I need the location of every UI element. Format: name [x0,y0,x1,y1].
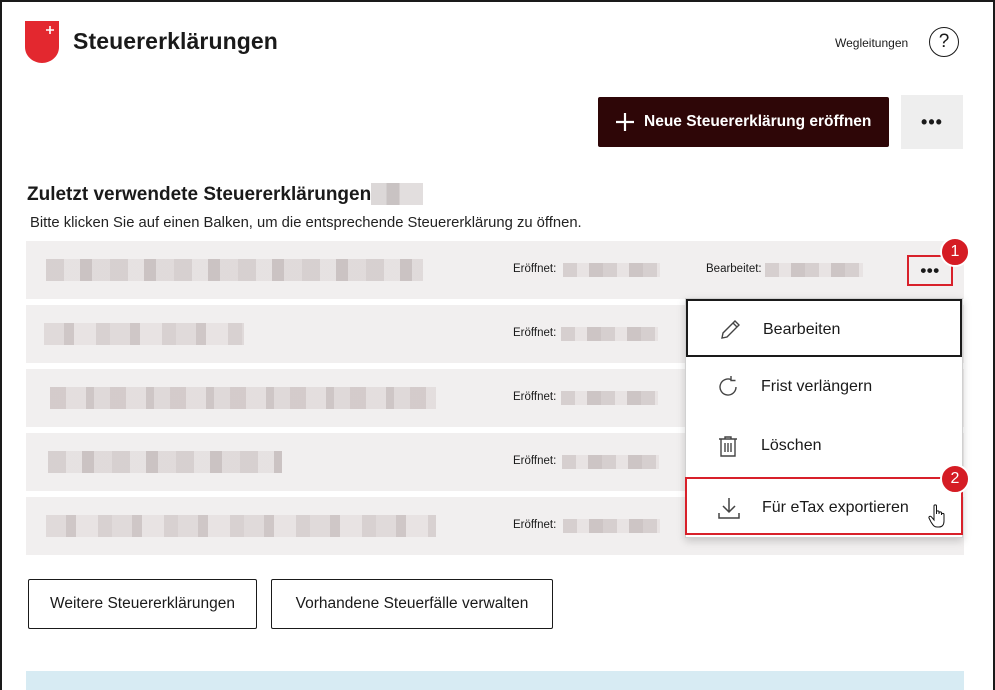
redacted-year [371,183,423,205]
more-tax-returns-button[interactable]: Weitere Steuererklärungen [28,579,257,629]
manage-tax-cases-button[interactable]: Vorhandene Steuerfälle verwalten [271,579,553,629]
recent-section-hint: Bitte klicken Sie auf einen Balken, um d… [30,215,582,231]
opened-label: Eröffnet: [513,455,557,467]
redacted-name [50,387,436,409]
edited-label: Bearbeitet: [706,263,762,275]
more-actions-button[interactable]: ••• [901,95,963,149]
annotation-badge-2: 2 [940,464,970,494]
canton-crest-icon [25,21,59,63]
opened-label: Eröffnet: [513,263,557,275]
app-header: Steuererklärungen Wegleitungen ? [0,0,995,85]
redacted-opened-date [561,391,658,405]
opened-label: Eröffnet: [513,519,557,531]
new-tax-return-button[interactable]: Neue Steuererklärung eröffnen [598,97,889,147]
trash-icon [719,436,737,457]
menu-item-extend-deadline[interactable]: Frist verlängern [686,358,962,416]
menu-item-label: Frist verlängern [761,378,873,395]
opened-label: Eröffnet: [513,327,557,339]
row-context-menu: Bearbeiten Frist verlängern Löschen Für … [685,298,963,538]
menu-item-delete[interactable]: Löschen [686,417,962,475]
download-icon [718,498,740,519]
menu-item-label: Für eTax exportieren [762,499,909,516]
page-title: Steuererklärungen [73,28,278,54]
recent-section-title: Zuletzt verwendete Steuererklärungen [27,184,372,205]
menu-item-edit[interactable]: Bearbeiten [686,299,962,357]
opened-label: Eröffnet: [513,391,557,403]
redacted-name [46,515,436,537]
tax-return-row[interactable]: Eröffnet: Bearbeitet: [26,241,964,299]
redacted-name [48,451,282,473]
redacted-edited-date [765,263,863,277]
redacted-opened-date [563,263,660,277]
redacted-opened-date [563,519,660,533]
redacted-opened-date [562,455,659,469]
help-glyph: ? [938,31,950,52]
help-icon[interactable]: ? [929,27,959,57]
menu-item-label: Löschen [761,437,822,454]
plus-icon [616,113,634,131]
menu-item-export-etax[interactable]: Für eTax exportieren [685,477,963,535]
new-tax-return-label: Neue Steuererklärung eröffnen [644,113,872,130]
redacted-opened-date [561,327,658,341]
redacted-name [44,323,244,345]
pencil-icon [721,320,740,339]
menu-item-label: Bearbeiten [763,321,841,338]
hand-cursor-icon [928,504,945,528]
info-banner [26,671,964,690]
redacted-name [46,259,423,281]
refresh-icon [719,376,737,396]
guides-link[interactable]: Wegleitungen [835,36,908,50]
annotation-badge-1: 1 [940,237,970,267]
